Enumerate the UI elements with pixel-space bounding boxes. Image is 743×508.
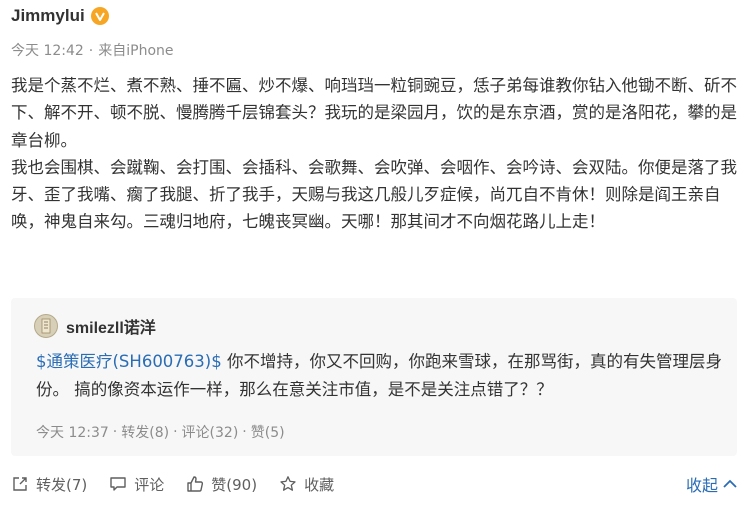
status-post: Jimmylui 今天 12:42 · 来自iPhone 我是个蒸不烂、煮不熟、捶不…: [0, 0, 743, 508]
post-paragraph: 我是个蒸不烂、煮不熟、捶不匾、炒不爆、响珰珰一粒铜豌豆，恁子弟每谁教你钻入他锄不…: [11, 76, 737, 150]
collapse-button[interactable]: 收起: [686, 472, 737, 496]
meta-separator: ·: [88, 43, 94, 59]
repost-label: 转发(7): [36, 475, 88, 494]
post-time[interactable]: 今天 12:42: [11, 43, 84, 59]
meta-separator: ·: [242, 424, 247, 440]
post-source: 来自iPhone: [98, 43, 174, 59]
post-body: 我是个蒸不烂、煮不熟、捶不匾、炒不爆、响珰珰一粒铜豌豆，恁子弟每谁教你钻入他锄不…: [11, 72, 737, 236]
meta-separator: ·: [112, 424, 118, 440]
favorite-button[interactable]: 收藏: [279, 474, 334, 495]
post-paragraph: 我也会围棋、会蹴鞠、会打围、会插科、会歌舞、会吹弹、会咽作、会吟诗、会双陆。你便…: [11, 157, 737, 232]
post-meta: 今天 12:42 · 来自iPhone: [11, 40, 174, 60]
comment-button[interactable]: 评论: [109, 474, 164, 495]
author-name[interactable]: Jimmylui: [11, 6, 85, 26]
thumbs-up-icon: [187, 476, 204, 492]
quoted-time[interactable]: 今天 12:37: [36, 422, 109, 442]
verified-v-badge-icon: [90, 7, 109, 25]
favorite-label: 收藏: [304, 475, 335, 494]
quoted-repost-count[interactable]: 转发(8): [121, 422, 169, 442]
post-header: Jimmylui: [11, 6, 109, 26]
quoted-comment-count[interactable]: 评论(32): [182, 422, 239, 442]
repost-button[interactable]: 转发(7): [11, 474, 87, 495]
comment-icon: [110, 477, 126, 491]
meta-separator: ·: [173, 424, 178, 440]
repost-icon: [13, 477, 27, 491]
stock-tag-link[interactable]: $通策医疗(SH600763)$: [36, 352, 222, 371]
quoted-header: smilezll诺洋: [34, 314, 156, 338]
collapse-label: 收起: [685, 476, 718, 495]
action-bar: 转发(7) 评论 赞(90) 收藏: [11, 472, 737, 496]
like-button[interactable]: 赞(90): [186, 474, 257, 495]
avatar-icon[interactable]: [34, 314, 58, 338]
quoted-post[interactable]: smilezll诺洋 $通策医疗(SH600763)$ 你不增持，你又不回购，你…: [11, 298, 737, 456]
quoted-like-count[interactable]: 赞(5): [251, 422, 285, 442]
quoted-meta: 今天 12:37 · 转发(8) · 评论(32) · 赞(5): [36, 422, 285, 442]
chevron-up-icon: [723, 479, 737, 488]
star-icon: [280, 476, 296, 491]
quoted-body: $通策医疗(SH600763)$ 你不增持，你又不回购，你跑来雪球，在那骂街，真…: [36, 348, 726, 403]
quoted-author-name[interactable]: smilezll诺洋: [66, 314, 156, 338]
like-label: 赞(90): [211, 475, 258, 494]
comment-label: 评论: [134, 475, 165, 494]
